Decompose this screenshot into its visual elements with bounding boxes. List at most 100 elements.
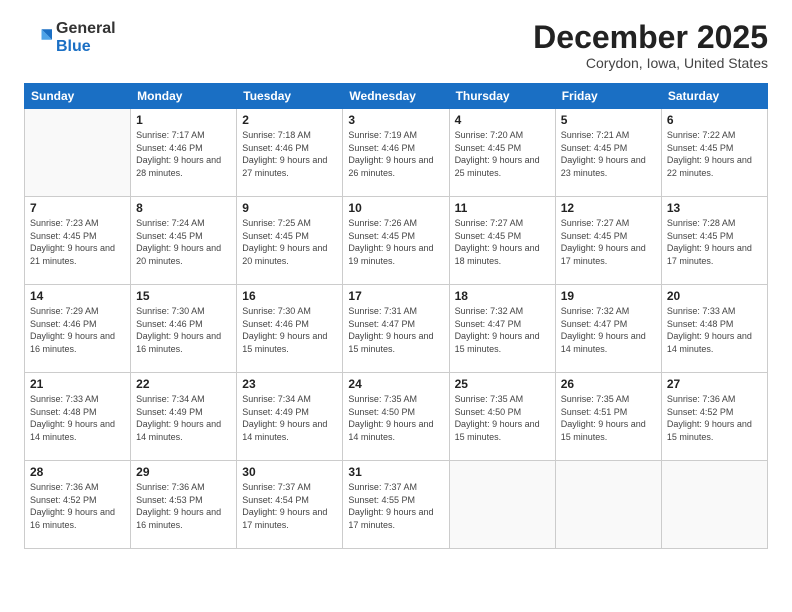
day-number: 24	[348, 377, 443, 391]
day-number: 16	[242, 289, 337, 303]
calendar-cell: 31 Sunrise: 7:37 AMSunset: 4:55 PMDayligh…	[343, 461, 449, 549]
weekday-header-saturday: Saturday	[661, 84, 767, 109]
calendar-cell	[449, 461, 555, 549]
day-info: Sunrise: 7:31 AMSunset: 4:47 PMDaylight:…	[348, 305, 443, 355]
calendar-cell: 12Sunrise: 7:27 AMSunset: 4:45 PMDayligh…	[555, 197, 661, 285]
day-number: 1	[136, 113, 231, 127]
day-number: 12	[561, 201, 656, 215]
day-info: Sunrise: 7:35 AMSunset: 4:50 PMDaylight:…	[455, 393, 550, 443]
calendar-cell: 14 Sunrise: 7:29 AMSunset: 4:46 PMDayligh…	[25, 285, 131, 373]
day-number: 27	[667, 377, 762, 391]
page: General Blue December 2025 Corydon, Iowa…	[0, 0, 792, 612]
title-block: December 2025 Corydon, Iowa, United Stat…	[533, 20, 768, 71]
logo-blue: Blue	[56, 38, 116, 56]
calendar-cell	[25, 109, 131, 197]
calendar-cell	[555, 461, 661, 549]
day-info: Sunrise: 7:36 AMSunset: 4:52 PMDaylight:…	[667, 393, 762, 443]
day-number: 25	[455, 377, 550, 391]
day-info: Sunrise: 7:25 AMSunset: 4:45 PMDaylight:…	[242, 217, 337, 267]
day-info: Sunrise: 7:33 AMSunset: 4:48 PMDaylight:…	[30, 393, 125, 443]
day-info: Sunrise: 7:27 AMSunset: 4:45 PMDaylight:…	[455, 217, 550, 267]
day-info: Sunrise: 7:18 AMSunset: 4:46 PMDaylight:…	[242, 129, 337, 179]
day-number: 26	[561, 377, 656, 391]
day-info: Sunrise: 7:30 AMSunset: 4:46 PMDaylight:…	[242, 305, 337, 355]
day-number: 21	[30, 377, 125, 391]
day-number: 3	[348, 113, 443, 127]
day-number: 14	[30, 289, 125, 303]
day-info: Sunrise: 7:23 AMSunset: 4:45 PMDaylight:…	[30, 217, 125, 267]
logo: General Blue	[24, 20, 116, 55]
weekday-header-wednesday: Wednesday	[343, 84, 449, 109]
day-number: 11	[455, 201, 550, 215]
day-info: Sunrise: 7:24 AMSunset: 4:45 PMDaylight:…	[136, 217, 231, 267]
calendar: SundayMondayTuesdayWednesdayThursdayFrid…	[24, 83, 768, 549]
weekday-header-monday: Monday	[131, 84, 237, 109]
calendar-cell: 28 Sunrise: 7:36 AMSunset: 4:52 PMDayligh…	[25, 461, 131, 549]
day-number: 23	[242, 377, 337, 391]
calendar-cell: 22 Sunrise: 7:34 AMSunset: 4:49 PMDayligh…	[131, 373, 237, 461]
day-info: Sunrise: 7:37 AMSunset: 4:54 PMDaylight:…	[242, 481, 337, 531]
day-info: Sunrise: 7:36 AMSunset: 4:52 PMDaylight:…	[30, 481, 125, 531]
calendar-cell: 27 Sunrise: 7:36 AMSunset: 4:52 PMDayligh…	[661, 373, 767, 461]
calendar-cell: 5 Sunrise: 7:21 AMSunset: 4:45 PMDaylight…	[555, 109, 661, 197]
logo-icon	[24, 24, 52, 52]
day-number: 2	[242, 113, 337, 127]
calendar-cell: 6Sunrise: 7:22 AMSunset: 4:45 PMDaylight…	[661, 109, 767, 197]
day-info: Sunrise: 7:35 AMSunset: 4:50 PMDaylight:…	[348, 393, 443, 443]
location: Corydon, Iowa, United States	[533, 55, 768, 71]
calendar-cell: 29Sunrise: 7:36 AMSunset: 4:53 PMDayligh…	[131, 461, 237, 549]
day-number: 13	[667, 201, 762, 215]
calendar-cell: 1 Sunrise: 7:17 AMSunset: 4:46 PMDaylight…	[131, 109, 237, 197]
day-number: 19	[561, 289, 656, 303]
day-info: Sunrise: 7:33 AMSunset: 4:48 PMDaylight:…	[667, 305, 762, 355]
day-info: Sunrise: 7:35 AMSunset: 4:51 PMDaylight:…	[561, 393, 656, 443]
day-info: Sunrise: 7:29 AMSunset: 4:46 PMDaylight:…	[30, 305, 125, 355]
calendar-cell: 21 Sunrise: 7:33 AMSunset: 4:48 PMDayligh…	[25, 373, 131, 461]
day-info: Sunrise: 7:34 AMSunset: 4:49 PMDaylight:…	[136, 393, 231, 443]
day-info: Sunrise: 7:30 AMSunset: 4:46 PMDaylight:…	[136, 305, 231, 355]
day-number: 17	[348, 289, 443, 303]
day-info: Sunrise: 7:37 AMSunset: 4:55 PMDaylight:…	[348, 481, 443, 531]
day-info: Sunrise: 7:32 AMSunset: 4:47 PMDaylight:…	[561, 305, 656, 355]
day-info: Sunrise: 7:19 AMSunset: 4:46 PMDaylight:…	[348, 129, 443, 179]
weekday-header-friday: Friday	[555, 84, 661, 109]
day-number: 20	[667, 289, 762, 303]
day-number: 4	[455, 113, 550, 127]
calendar-cell: 26 Sunrise: 7:35 AMSunset: 4:51 PMDayligh…	[555, 373, 661, 461]
logo-general: General	[56, 20, 116, 38]
calendar-cell: 25 Sunrise: 7:35 AMSunset: 4:50 PMDayligh…	[449, 373, 555, 461]
day-info: Sunrise: 7:34 AMSunset: 4:49 PMDaylight:…	[242, 393, 337, 443]
calendar-cell: 30 Sunrise: 7:37 AMSunset: 4:54 PMDayligh…	[237, 461, 343, 549]
calendar-cell: 10Sunrise: 7:26 AMSunset: 4:45 PMDayligh…	[343, 197, 449, 285]
day-number: 7	[30, 201, 125, 215]
calendar-cell: 15Sunrise: 7:30 AMSunset: 4:46 PMDayligh…	[131, 285, 237, 373]
day-number: 5	[561, 113, 656, 127]
weekday-header-sunday: Sunday	[25, 84, 131, 109]
day-number: 31	[348, 465, 443, 479]
calendar-cell: 2 Sunrise: 7:18 AMSunset: 4:46 PMDaylight…	[237, 109, 343, 197]
day-number: 28	[30, 465, 125, 479]
calendar-cell: 3 Sunrise: 7:19 AMSunset: 4:46 PMDaylight…	[343, 109, 449, 197]
weekday-header-thursday: Thursday	[449, 84, 555, 109]
calendar-cell: 9Sunrise: 7:25 AMSunset: 4:45 PMDaylight…	[237, 197, 343, 285]
day-info: Sunrise: 7:17 AMSunset: 4:46 PMDaylight:…	[136, 129, 231, 179]
day-number: 22	[136, 377, 231, 391]
day-info: Sunrise: 7:22 AMSunset: 4:45 PMDaylight:…	[667, 129, 762, 179]
calendar-cell: 16 Sunrise: 7:30 AMSunset: 4:46 PMDayligh…	[237, 285, 343, 373]
day-info: Sunrise: 7:28 AMSunset: 4:45 PMDaylight:…	[667, 217, 762, 267]
header: General Blue December 2025 Corydon, Iowa…	[24, 20, 768, 71]
calendar-cell: 8Sunrise: 7:24 AMSunset: 4:45 PMDaylight…	[131, 197, 237, 285]
calendar-cell: 23 Sunrise: 7:34 AMSunset: 4:49 PMDayligh…	[237, 373, 343, 461]
calendar-cell: 4Sunrise: 7:20 AMSunset: 4:45 PMDaylight…	[449, 109, 555, 197]
day-number: 10	[348, 201, 443, 215]
day-number: 30	[242, 465, 337, 479]
day-number: 18	[455, 289, 550, 303]
weekday-header-tuesday: Tuesday	[237, 84, 343, 109]
day-info: Sunrise: 7:32 AMSunset: 4:47 PMDaylight:…	[455, 305, 550, 355]
day-info: Sunrise: 7:21 AMSunset: 4:45 PMDaylight:…	[561, 129, 656, 179]
calendar-cell: 19 Sunrise: 7:32 AMSunset: 4:47 PMDayligh…	[555, 285, 661, 373]
calendar-cell	[661, 461, 767, 549]
calendar-cell: 11 Sunrise: 7:27 AMSunset: 4:45 PMDayligh…	[449, 197, 555, 285]
month-title: December 2025	[533, 20, 768, 55]
day-number: 29	[136, 465, 231, 479]
